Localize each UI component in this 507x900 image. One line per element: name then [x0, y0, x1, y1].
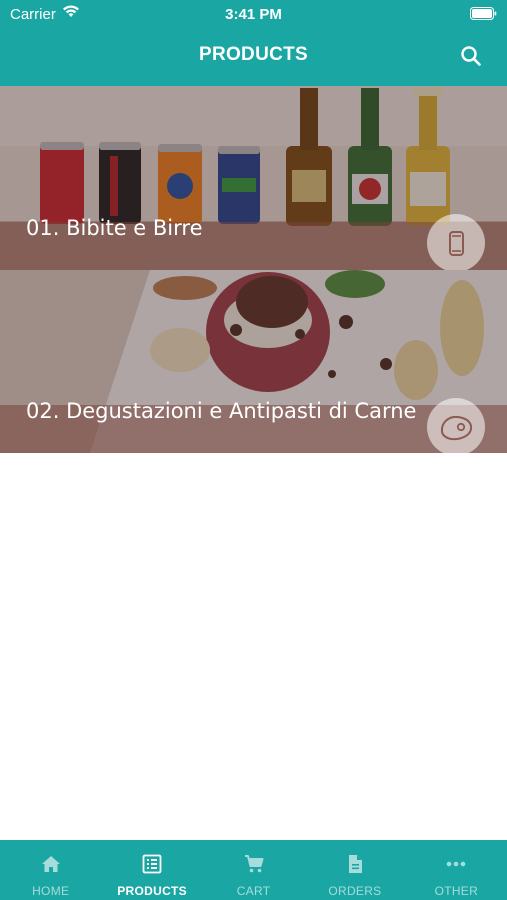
battery-icon: [470, 7, 497, 20]
can-icon-badge: [427, 214, 485, 270]
tab-orders[interactable]: ORDERS: [304, 840, 405, 900]
can-icon: [449, 231, 464, 256]
list-icon: [142, 854, 162, 874]
tab-label: ORDERS: [328, 884, 382, 898]
category-degustazioni-carne[interactable]: 02. Degustazioni e Antipasti di Carne: [0, 270, 507, 453]
steak-icon: [440, 415, 473, 441]
category-bibite-e-birre[interactable]: 01. Bibite e Birre: [0, 86, 507, 270]
tab-home[interactable]: HOME: [0, 840, 101, 900]
page-title: PRODUCTS: [198, 44, 308, 65]
search-icon[interactable]: [459, 44, 483, 68]
products-screen: Carrier 3:41 PM PRODUCTS 01. Bibite e Bi…: [0, 0, 507, 900]
tab-bar: HOME PRODUCTS CART ORDERS OTHER: [0, 840, 507, 900]
status-time: 3:41 PM: [225, 6, 282, 23]
category-title: 01. Bibite e Birre: [26, 216, 203, 240]
tab-other[interactable]: OTHER: [406, 840, 507, 900]
tab-label: CART: [236, 884, 271, 898]
tab-products[interactable]: PRODUCTS: [101, 840, 202, 900]
header: Carrier 3:41 PM PRODUCTS: [0, 0, 507, 86]
tab-cart[interactable]: CART: [203, 840, 304, 900]
steak-icon-badge: [427, 398, 485, 453]
status-bar: Carrier 3:41 PM: [0, 0, 507, 28]
category-title: 02. Degustazioni e Antipasti di Carne: [26, 399, 417, 423]
more-icon: [447, 861, 466, 867]
document-icon: [348, 855, 362, 873]
tab-label: PRODUCTS: [117, 884, 187, 898]
home-icon: [41, 856, 60, 872]
tab-label: OTHER: [434, 884, 479, 898]
cart-icon: [244, 855, 264, 873]
tab-label: HOME: [32, 884, 70, 898]
